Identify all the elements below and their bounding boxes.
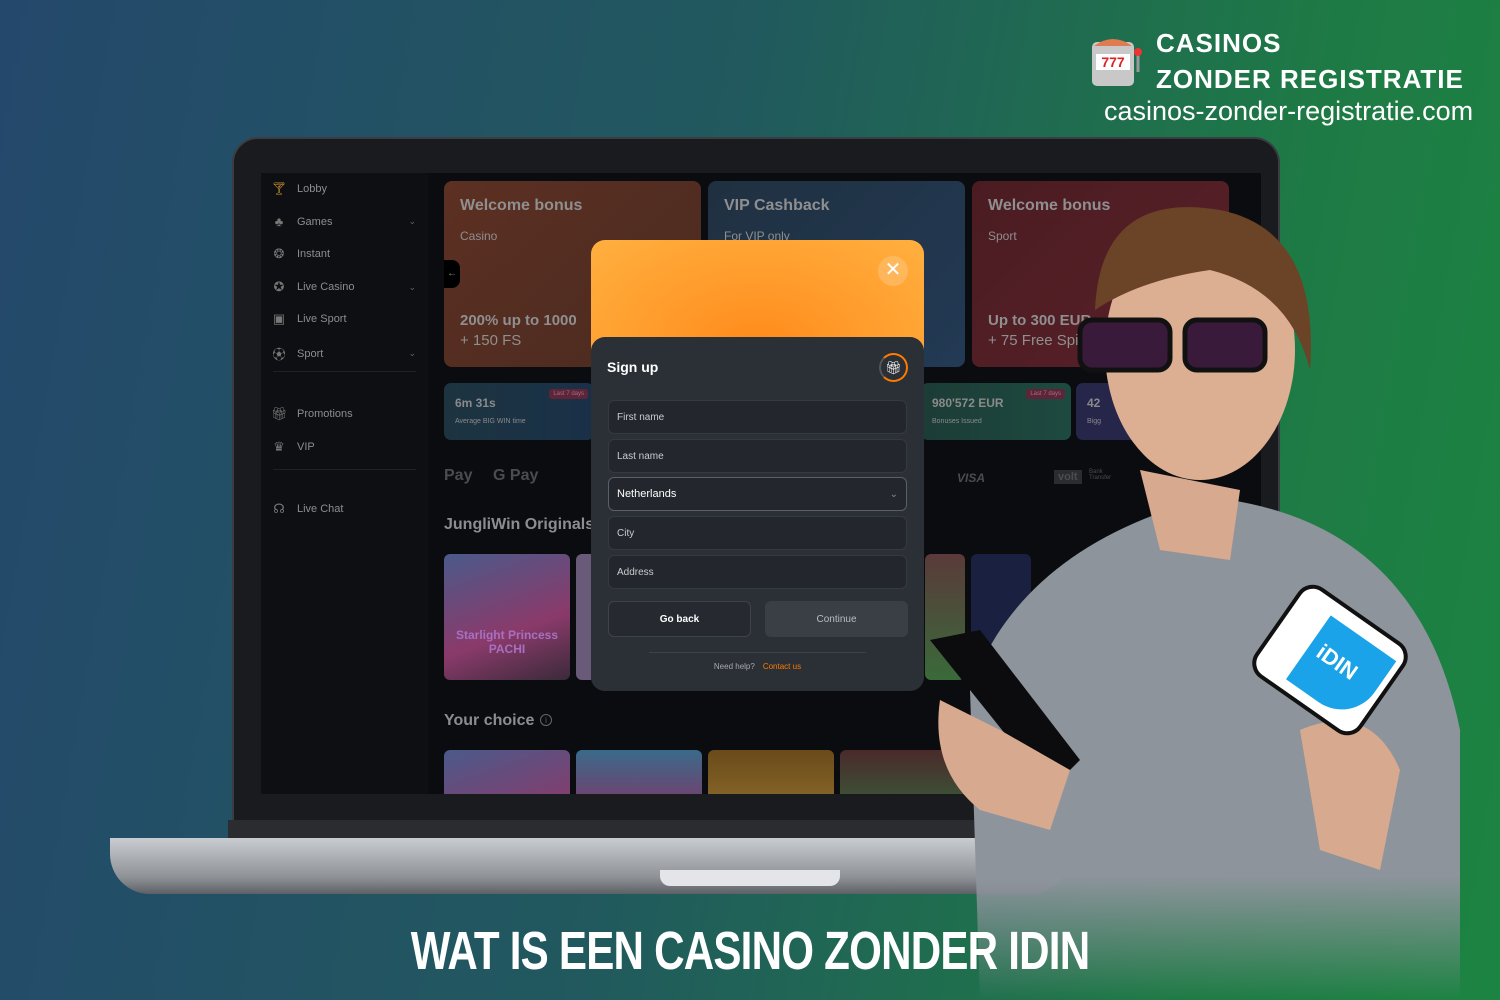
gift-icon: 🎁︎ <box>271 406 288 421</box>
game-tile[interactable] <box>708 750 834 794</box>
crown-icon: ♛ <box>273 439 285 454</box>
last-name-placeholder: Last name <box>617 450 664 462</box>
city-placeholder: City <box>617 527 635 539</box>
go-back-button[interactable]: Go back <box>608 601 751 637</box>
sidebar-item-label: Live Casino <box>297 281 355 293</box>
sidebar-item-live-casino[interactable]: ✪ Live Casino ⌄ <box>271 279 416 295</box>
help-text: Need help? Contact us <box>591 662 924 671</box>
chevron-down-icon: ⌄ <box>408 216 416 226</box>
sidebar-item-label: Sport <box>297 347 324 360</box>
chevron-down-icon: ⌄ <box>408 348 416 358</box>
modal-header-banner <box>591 240 924 350</box>
sidebar-item-label: Live Chat <box>297 503 344 515</box>
carousel-prev-button[interactable]: ← <box>444 260 460 288</box>
headline: WAT IS EEN CASINO ZONDER IDIN <box>0 920 1500 982</box>
sidebar-item-sport[interactable]: ⚽︎ Sport ⌄ <box>271 344 416 363</box>
last-name-field[interactable]: Last name <box>608 439 907 473</box>
person-photo <box>930 207 1460 1000</box>
address-field[interactable]: Address <box>608 555 907 589</box>
cocktail-icon: 🍸︎ <box>271 181 288 196</box>
section-your-choice-title: Your choice <box>444 712 535 729</box>
sidebar: 🍸︎ Lobby ♣ Games ⌄ ❂ Instant ✪ Live Casino ⌄ ▣ Live… <box>261 173 428 794</box>
game-tile[interactable] <box>444 750 570 794</box>
sidebar-item-lobby[interactable]: 🍸︎ Lobby <box>271 181 416 197</box>
city-field[interactable]: City <box>608 516 907 550</box>
stat-label: Average BIG WIN time <box>455 418 526 425</box>
apple-pay-logo: Pay <box>444 467 473 484</box>
divider <box>649 652 866 653</box>
sidebar-divider <box>273 469 416 470</box>
sidebar-item-label: Instant <box>297 248 331 260</box>
brand-line1: CASINOS <box>1156 28 1282 58</box>
headset-icon: ☊ <box>273 501 285 516</box>
stat-big-win-time: Last 7 days 6m 31s Average BIG WIN time <box>444 383 594 440</box>
sidebar-item-label: Games <box>297 215 333 228</box>
info-icon[interactable]: i <box>540 714 552 726</box>
game-title: Starlight Princess PACHI <box>455 628 559 656</box>
game-tile-starlight-princess[interactable]: Starlight Princess PACHI <box>444 554 570 680</box>
brand-line2: ZONDER REGISTRATIE <box>1156 64 1464 94</box>
address-placeholder: Address <box>617 566 654 578</box>
country-select[interactable]: Netherlands ⌄ <box>608 477 907 511</box>
sidebar-item-games[interactable]: ♣ Games ⌄ <box>271 214 416 229</box>
roulette-icon: ✪ <box>273 279 285 294</box>
football-icon: ⚽︎ <box>272 347 286 362</box>
slot-machine-icon: 777 <box>1092 39 1142 86</box>
stat-badge: Last 7 days <box>549 389 588 399</box>
cherries-icon: ♣ <box>274 214 284 229</box>
sidebar-item-vip[interactable]: ♛ VIP <box>271 439 416 455</box>
balls-icon: ❂ <box>273 246 285 261</box>
sidebar-item-label: Promotions <box>297 408 353 420</box>
promo-offer2: + 150 FS <box>460 332 522 349</box>
sidebar-item-label: VIP <box>297 441 315 453</box>
sidebar-item-live-sport[interactable]: ▣ Live Sport <box>271 311 416 327</box>
sidebar-item-instant[interactable]: ❂ Instant <box>271 246 416 262</box>
svg-text:777: 777 <box>1101 54 1125 70</box>
live-tv-icon: ▣ <box>272 311 286 326</box>
first-name-field[interactable]: First name <box>608 400 907 434</box>
game-tile[interactable] <box>576 750 702 794</box>
headline-text: WAT IS EEN CASINO ZONDER IDIN <box>410 921 1090 981</box>
promo-offer: 200% up to 1000 <box>460 312 577 329</box>
chevron-down-icon: ⌄ <box>889 488 898 500</box>
sidebar-item-label: Live Sport <box>297 313 347 325</box>
sidebar-divider <box>273 371 416 372</box>
need-help-label: Need help? <box>713 662 755 671</box>
modal-title: Sign up <box>607 359 659 375</box>
continue-button[interactable]: Continue <box>765 601 908 637</box>
contact-us-link[interactable]: Contact us <box>763 662 801 671</box>
sidebar-item-label: Lobby <box>297 183 327 195</box>
laptop-notch <box>660 870 840 886</box>
brand-url: casinos-zonder-registratie.com <box>1104 96 1474 126</box>
sidebar-item-promotions[interactable]: 🎁︎ Promotions <box>271 406 416 422</box>
country-value: Netherlands <box>617 488 677 500</box>
chevron-down-icon: ⌄ <box>408 281 416 292</box>
promo-title: Welcome bonus <box>460 197 583 214</box>
first-name-placeholder: First name <box>617 411 665 423</box>
signup-modal: ✕ Sign up 🎁︎ First name Last name Nether… <box>591 240 924 691</box>
google-pay-logo: G Pay <box>493 467 539 484</box>
section-originals-title: JungliWin Originals <box>444 516 595 533</box>
sidebar-item-live-chat[interactable]: ☊ Live Chat <box>271 501 416 517</box>
